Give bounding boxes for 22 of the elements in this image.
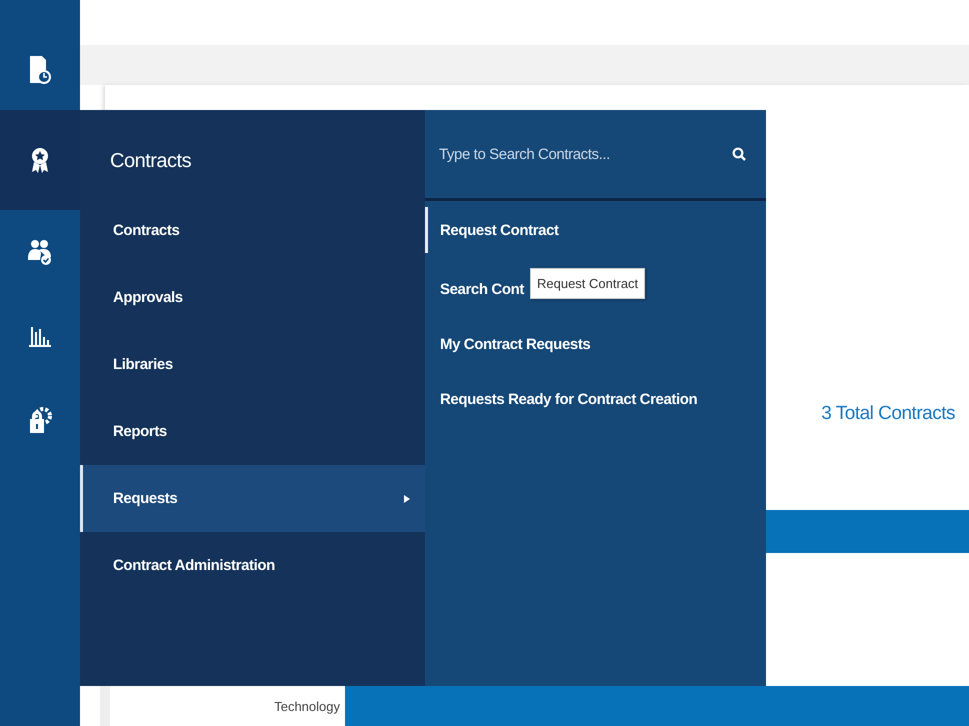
menu-item[interactable]: Reports [80, 398, 425, 465]
award-icon [30, 146, 50, 174]
search-icon [732, 147, 746, 161]
menu-item[interactable]: Contract Administration [80, 532, 425, 599]
menu-item[interactable]: Libraries [80, 331, 425, 398]
menu-item[interactable]: Contracts [80, 197, 425, 264]
menu-item[interactable]: Requests [80, 465, 425, 532]
submenu-item[interactable]: Request Contract [425, 207, 559, 253]
submenu-item[interactable]: Requests Ready for Contract Creation [425, 372, 698, 427]
table-cell: Technology [100, 686, 345, 726]
sidebar-icon-button[interactable] [0, 110, 80, 210]
total-contracts-count: 3 Total Contracts [821, 403, 955, 425]
document-clock-icon [29, 55, 51, 85]
menu-heading: Contracts [109, 149, 192, 174]
bar-chart-icon [28, 324, 52, 348]
search-field[interactable]: Type to Search Contracts... [437, 144, 732, 164]
lock-gear-icon [28, 406, 52, 434]
tooltip: Request Contract [530, 268, 646, 299]
submenu-item[interactable]: My Contract Requests [425, 317, 590, 372]
submenu-item[interactable]: Search Cont [425, 262, 524, 317]
menu-item[interactable]: Approvals [80, 264, 425, 331]
people-check-icon [28, 238, 52, 266]
